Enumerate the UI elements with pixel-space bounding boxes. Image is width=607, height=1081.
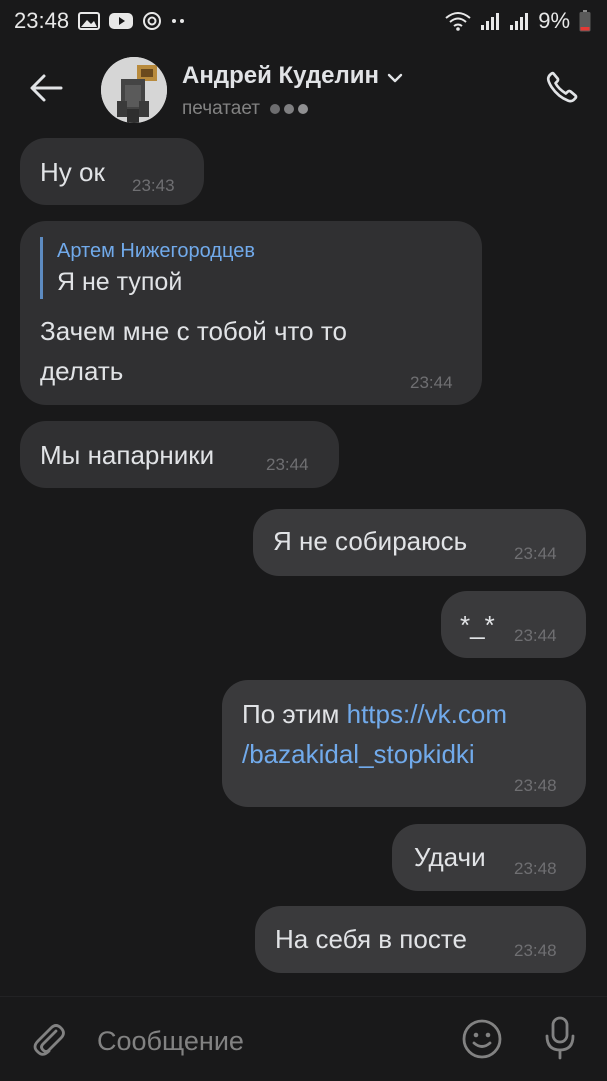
status-bar-left: 23:48 <box>14 8 185 34</box>
incoming-message[interactable]: Мы напарники 23:44 <box>20 421 339 488</box>
call-button[interactable] <box>539 66 585 112</box>
back-button[interactable] <box>24 68 68 112</box>
microphone-icon <box>542 1015 578 1066</box>
more-dots-icon <box>171 18 185 24</box>
contact-name[interactable]: Андрей Куделин <box>182 62 403 90</box>
contact-name-text: Андрей Куделин <box>182 62 379 89</box>
phone-icon <box>543 68 581 111</box>
message-text-line: делать <box>40 356 124 386</box>
gallery-icon <box>78 12 101 30</box>
incoming-message[interactable]: Артем Нижегородцев Я не тупой Зачем мне … <box>20 221 482 405</box>
outgoing-message[interactable]: По этим https://vk.com /bazakidal_stopki… <box>222 680 586 807</box>
signal-icon <box>509 11 529 31</box>
status-bar-right: 9% <box>445 8 591 34</box>
message-text-line: /bazakidal_stopkidki <box>242 734 475 774</box>
emoji-button[interactable] <box>460 1019 504 1063</box>
wifi-icon <box>445 11 471 31</box>
typing-status-text: печатает <box>182 98 260 119</box>
message-time: 23:43 <box>132 176 175 195</box>
avatar[interactable] <box>101 57 167 123</box>
message-time: 23:44 <box>410 373 453 392</box>
chevron-down-icon <box>387 62 403 90</box>
battery-icon <box>579 10 591 32</box>
message-text: По этим <box>242 699 347 729</box>
message-text: Ну ок <box>40 157 105 187</box>
message-link[interactable]: https://vk.com <box>347 699 507 729</box>
typing-status: печатает <box>182 98 308 120</box>
message-text-line: Зачем мне с тобой что то <box>40 316 347 346</box>
outgoing-message[interactable]: Удачи 23:48 <box>392 824 586 891</box>
back-arrow-icon <box>29 73 63 108</box>
reply-quote[interactable]: Артем Нижегородцев Я не тупой <box>40 237 255 299</box>
message-input[interactable] <box>97 1021 437 1061</box>
message-text: На себя в посте <box>275 924 467 954</box>
message-composer <box>0 996 607 1081</box>
message-time: 23:44 <box>514 626 557 645</box>
message-text: Я не собираюсь <box>273 526 468 556</box>
outgoing-message[interactable]: *_* 23:44 <box>441 591 586 658</box>
paperclip-icon <box>30 1017 66 1062</box>
message-time: 23:48 <box>514 941 557 960</box>
message-text: Мы напарники <box>40 440 215 470</box>
message-text: Удачи <box>414 842 486 872</box>
reply-text: Я не тупой <box>57 268 183 296</box>
message-list[interactable]: Ну ок 23:43 Артем Нижегородцев Я не тупо… <box>0 132 607 996</box>
status-bar: 23:48 9% <box>0 0 607 42</box>
message-time: 23:48 <box>514 859 557 878</box>
chat-header: Андрей Куделин печатает <box>0 46 607 132</box>
message-text: *_* <box>460 610 495 640</box>
status-time: 23:48 <box>14 8 70 33</box>
voice-message-button[interactable] <box>538 1015 582 1065</box>
emoji-icon <box>461 1018 503 1065</box>
outgoing-message[interactable]: Я не собираюсь 23:44 <box>253 509 586 576</box>
outgoing-message[interactable]: На себя в посте 23:48 <box>255 906 586 973</box>
incoming-message[interactable]: Ну ок 23:43 <box>20 138 204 205</box>
message-time: 23:44 <box>514 544 557 563</box>
message-text-line: По этим https://vk.com <box>242 694 507 734</box>
message-link[interactable]: /bazakidal_stopkidki <box>242 739 475 769</box>
signal-icon <box>480 11 500 31</box>
typing-dots-icon <box>269 104 308 114</box>
battery-percent: 9% <box>538 8 570 33</box>
message-time: 23:48 <box>514 776 557 795</box>
message-time: 23:44 <box>266 455 309 474</box>
youtube-icon <box>109 12 134 30</box>
reply-author: Артем Нижегородцев <box>57 240 255 262</box>
attach-button[interactable] <box>28 1017 68 1061</box>
vpn-icon <box>142 11 162 31</box>
